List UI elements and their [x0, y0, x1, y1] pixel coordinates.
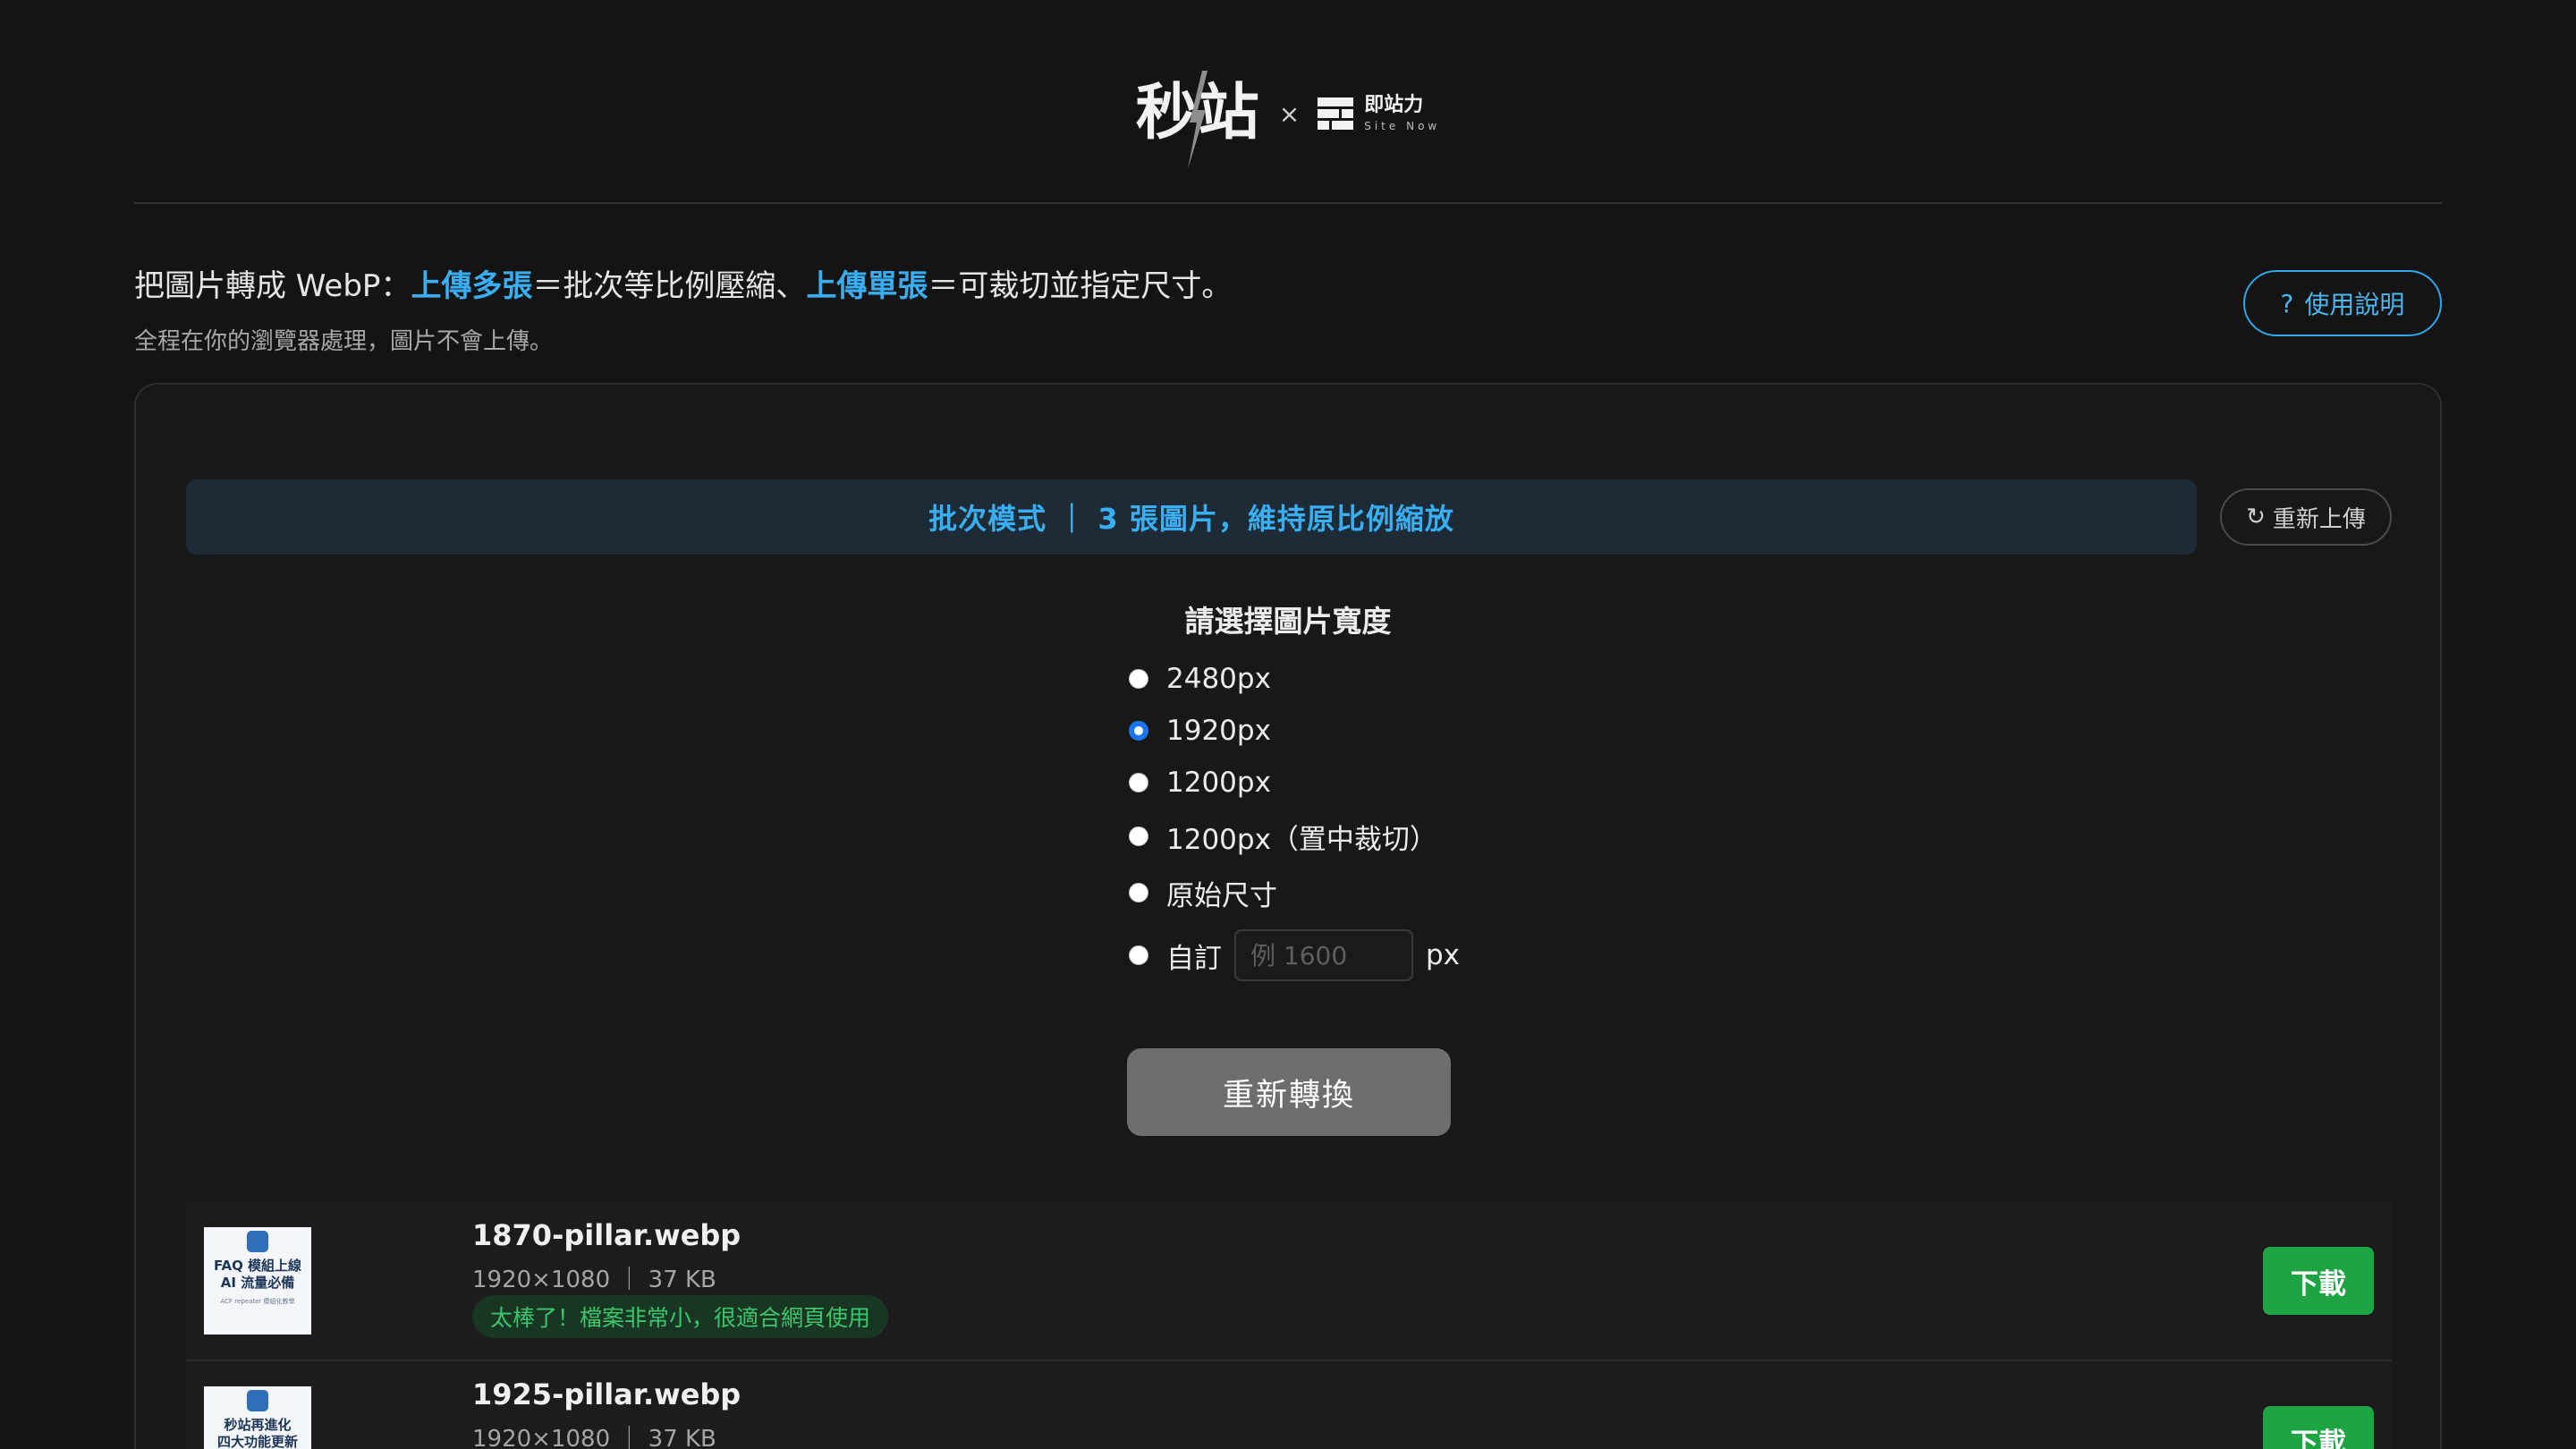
radio-2480[interactable]: [1129, 669, 1148, 689]
sitenow-en: Site Now: [1364, 120, 1441, 132]
width-option-1920[interactable]: 1920px: [1129, 705, 1460, 757]
download-button[interactable]: 下載: [2263, 1406, 2374, 1449]
result-meta: 1920×1080 ｜ 37 KB: [472, 1426, 716, 1449]
single-upload-highlight: 上傳單張: [806, 268, 928, 304]
size-verdict-badge: 太棒了！檔案非常小，很適合網頁使用: [472, 1295, 889, 1338]
radio-original[interactable]: [1129, 883, 1148, 902]
thumbnail-subtitle: AI 流量必備: [220, 1274, 295, 1291]
intro-description: 把圖片轉成 WebP：上傳多張＝批次等比例壓縮、上傳單張＝可裁切並指定尺寸。: [134, 261, 1232, 305]
reupload-label: 重新上傳: [2272, 505, 2366, 533]
single-upload-desc: ＝可裁切並指定尺寸。: [928, 268, 1233, 304]
width-option-2480[interactable]: 2480px: [1129, 653, 1460, 705]
result-thumbnail: 秒站再進化 四大功能更新: [204, 1386, 311, 1449]
logo-header: 秒站 × 即站力 Site Now: [0, 64, 2576, 169]
page: 秒站 × 即站力 Site Now 把圖片轉成 WebP：上傳多張＝批次等比例壓…: [0, 0, 2576, 1449]
width-option-label: 2480px: [1166, 663, 1271, 695]
width-option-label: 1920px: [1166, 715, 1271, 747]
result-row: 秒站再進化 四大功能更新 1925-pillar.webp 1920×1080 …: [186, 1361, 2392, 1449]
multi-upload-desc: ＝批次等比例壓縮、: [532, 268, 807, 304]
thumbnail-logo-icon: [247, 1390, 268, 1411]
width-option-1200[interactable]: 1200px: [1129, 757, 1460, 809]
radio-1200-crop[interactable]: [1129, 826, 1148, 846]
result-thumbnail: FAQ 模組上線 AI 流量必備 ACF repeater 模組化教學: [204, 1227, 311, 1335]
result-filename: 1870-pillar.webp: [472, 1218, 741, 1252]
width-option-label: 1200px（置中裁切）: [1166, 823, 1437, 856]
result-row: FAQ 模組上線 AI 流量必備 ACF repeater 模組化教學 1870…: [186, 1202, 2392, 1361]
radio-1920[interactable]: [1129, 721, 1148, 741]
sitenow-zh: 即站力: [1364, 94, 1424, 116]
width-option-1200-crop[interactable]: 1200px（置中裁切）: [1129, 809, 1460, 864]
radio-1200[interactable]: [1129, 773, 1148, 792]
intro: 把圖片轉成 WebP：上傳多張＝批次等比例壓縮、上傳單張＝可裁切並指定尺寸。 全…: [134, 261, 1232, 356]
multi-upload-highlight: 上傳多張: [411, 268, 533, 304]
sitenow-mark-icon: [1318, 97, 1354, 130]
sitenow-logo: 即站力 Site Now: [1318, 96, 1440, 131]
reconvert-button[interactable]: 重新轉換: [1127, 1048, 1451, 1136]
thumbnail-subtitle: 四大功能更新: [216, 1433, 298, 1449]
converter-card: 批次模式 ｜ 3 張圖片，維持原比例縮放 ↻ 重新上傳 請選擇圖片寬度 2480…: [134, 383, 2442, 1449]
thumbnail-logo-icon: [247, 1231, 268, 1252]
width-options: 2480px 1920px 1200px 1200px（置中裁切） 原始尺寸 自…: [1129, 653, 1460, 989]
question-icon: ?: [2280, 288, 2294, 318]
miaozhan-logo: 秒站: [1136, 71, 1261, 169]
mode-banner: 批次模式 ｜ 3 張圖片，維持原比例縮放: [186, 479, 2197, 555]
width-option-label: 1200px: [1166, 767, 1271, 799]
logo-separator: ×: [1278, 98, 1301, 129]
custom-unit: px: [1426, 939, 1461, 971]
width-option-label: 原始尺寸: [1166, 879, 1277, 912]
custom-width-input[interactable]: [1234, 929, 1413, 981]
refresh-icon: ↻: [2246, 504, 2266, 530]
lightning-icon: [1187, 71, 1208, 169]
width-option-original[interactable]: 原始尺寸: [1129, 864, 1460, 921]
width-option-custom[interactable]: 自訂 px: [1129, 921, 1460, 989]
intro-prefix: 把圖片轉成 WebP：: [134, 268, 411, 304]
thumbnail-title: FAQ 模組上線: [213, 1258, 302, 1274]
help-button[interactable]: ? 使用說明: [2243, 270, 2442, 336]
custom-label: 自訂: [1166, 942, 1222, 975]
header-divider: [134, 202, 2442, 204]
width-picker-title: 請選擇圖片寬度: [1184, 604, 1392, 639]
result-filename: 1925-pillar.webp: [472, 1377, 741, 1411]
thumbnail-title: 秒站再進化: [224, 1417, 292, 1433]
help-button-label: 使用說明: [2304, 290, 2405, 319]
download-button[interactable]: 下載: [2263, 1247, 2374, 1315]
privacy-note: 全程在你的瀏覽器處理，圖片不會上傳。: [134, 328, 554, 355]
result-list: FAQ 模組上線 AI 流量必備 ACF repeater 模組化教學 1870…: [186, 1202, 2392, 1449]
thumbnail-caption: ACF repeater 模組化教學: [220, 1297, 295, 1305]
result-meta: 1920×1080 ｜ 37 KB: [472, 1267, 716, 1293]
radio-custom[interactable]: [1129, 945, 1148, 965]
reupload-button[interactable]: ↻ 重新上傳: [2220, 488, 2392, 546]
